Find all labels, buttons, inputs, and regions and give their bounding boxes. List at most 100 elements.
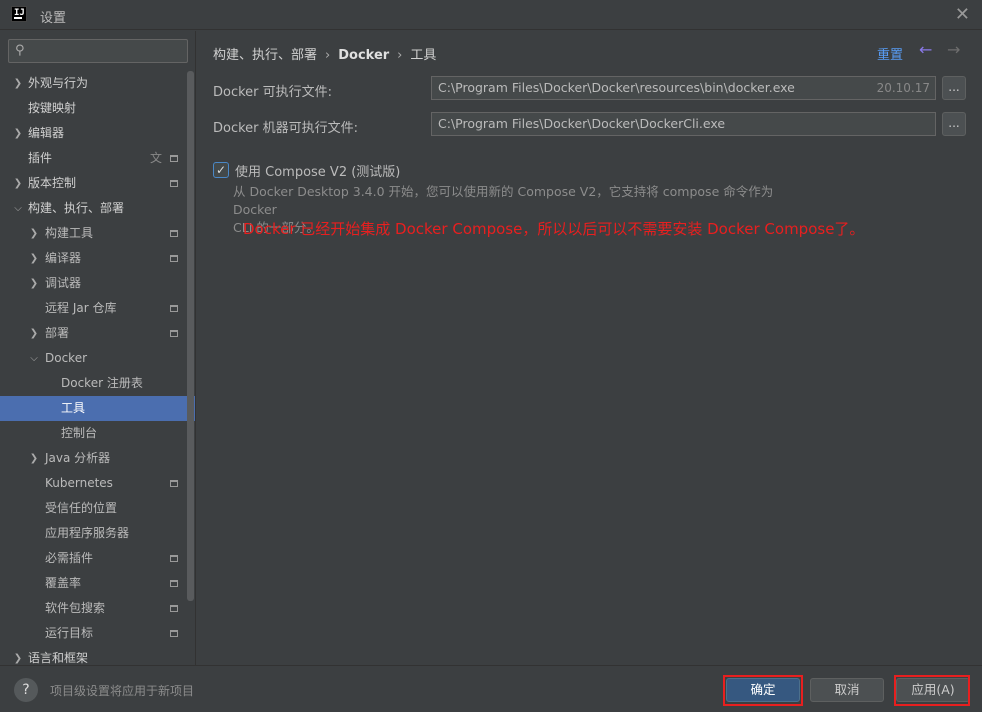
help-icon[interactable]: ?	[14, 678, 38, 702]
sidebar-item-keymap[interactable]: 按键映射	[0, 96, 186, 121]
sidebar-item-build[interactable]: ⌵ 构建、执行、部署	[0, 196, 186, 221]
sidebar-item-plugins[interactable]: 插件 文	[0, 146, 186, 171]
sidebar-item-label: Docker	[45, 351, 88, 365]
app-logo-icon: IJ	[11, 6, 27, 22]
sidebar-item-build-tools[interactable]: ❯ 构建工具	[0, 221, 186, 246]
ok-button[interactable]: 确定	[726, 678, 800, 702]
docker-exe-field[interactable]: C:\Program Files\Docker\Docker\resources…	[431, 76, 936, 100]
sidebar-item-label: Java 分析器	[45, 451, 111, 465]
cancel-button[interactable]: 取消	[810, 678, 884, 702]
sidebar-item-label: 编译器	[45, 251, 82, 265]
docker-exe-browse-button[interactable]: ...	[942, 76, 966, 100]
sidebar-scrollbar[interactable]	[187, 71, 194, 601]
docker-machine-label: Docker 机器可执行文件:	[213, 121, 359, 136]
docker-machine-browse-button[interactable]: ...	[942, 112, 966, 136]
sidebar-item-label: 必需插件	[45, 551, 94, 565]
search-input[interactable]	[35, 42, 185, 60]
dialog-footer: ? 项目级设置将应用于新项目 确定 取消 应用(A)	[0, 665, 982, 712]
sidebar-item-debugger[interactable]: ❯ 调试器	[0, 271, 186, 296]
sidebar-item-label: 外观与行为	[28, 76, 89, 90]
chevron-right-icon: ❯	[29, 228, 39, 239]
docker-exe-label: Docker 可执行文件:	[213, 85, 333, 100]
settings-sidebar: ⚲ ❯ 外观与行为 按键映射 ❯ 编辑器 插件 文 ❯ 版本控制 ⌵ 构建、执行…	[0, 31, 196, 665]
chevron-right-icon: ❯	[13, 653, 23, 664]
project-settings-icon	[170, 230, 178, 237]
translate-icon: 文	[149, 151, 162, 165]
chevron-down-icon: ⌵	[14, 203, 22, 214]
sidebar-item-trusted-locations[interactable]: 受信任的位置	[0, 496, 186, 521]
docker-machine-field[interactable]: C:\Program Files\Docker\Docker\DockerCli…	[431, 112, 936, 136]
sidebar-item-app-servers[interactable]: 应用程序服务器	[0, 521, 186, 546]
sidebar-item-deployment[interactable]: ❯ 部署	[0, 321, 186, 346]
docker-exe-value: C:\Program Files\Docker\Docker\resources…	[438, 80, 795, 95]
sidebar-item-label: 部署	[45, 326, 70, 340]
sidebar-item-label: 按键映射	[28, 101, 77, 115]
sidebar-item-label: 远程 Jar 仓库	[45, 301, 117, 315]
sidebar-item-vcs[interactable]: ❯ 版本控制	[0, 171, 186, 196]
arrow-left-icon[interactable]: ←	[919, 40, 932, 59]
chevron-right-icon: ❯	[13, 178, 23, 189]
chevron-right-icon: ❯	[13, 78, 23, 89]
sidebar-item-required-plugins[interactable]: 必需插件	[0, 546, 186, 571]
window-title: 设置	[40, 11, 67, 26]
chevron-right-icon: ❯	[29, 453, 39, 464]
breadcrumb-part: 构建、执行、部署	[213, 48, 318, 63]
sidebar-item-label: 运行目标	[45, 626, 94, 640]
sidebar-item-java-profiler[interactable]: ❯ Java 分析器	[0, 446, 186, 471]
sidebar-item-label: 构建工具	[45, 226, 94, 240]
title-bar: IJ 设置 ✕	[0, 0, 982, 30]
sidebar-item-kubernetes[interactable]: Kubernetes	[0, 471, 186, 496]
sidebar-item-label: 工具	[61, 401, 86, 415]
close-icon[interactable]: ✕	[955, 4, 970, 25]
sidebar-item-label: 覆盖率	[45, 576, 82, 590]
chevron-right-icon: ›	[397, 48, 403, 63]
sidebar-item-docker-registry[interactable]: Docker 注册表	[0, 371, 186, 396]
sidebar-item-console[interactable]: 控制台	[0, 421, 186, 446]
breadcrumb-part: Docker	[338, 48, 390, 63]
project-settings-icon	[170, 155, 178, 162]
sidebar-item-label: 编辑器	[28, 126, 65, 140]
project-settings-icon	[170, 630, 178, 637]
chevron-right-icon: ❯	[29, 253, 39, 264]
project-settings-icon	[170, 180, 178, 187]
sidebar-item-label: 软件包搜索	[45, 601, 106, 615]
project-settings-icon	[170, 330, 178, 337]
chevron-down-icon: ⌵	[30, 353, 38, 364]
sidebar-item-label: 控制台	[61, 426, 98, 440]
annotation-note: Docker 已经开始集成 Docker Compose，所以以后可以不需要安装…	[243, 220, 865, 238]
sidebar-item-label: 应用程序服务器	[45, 526, 130, 540]
sidebar-item-label: Kubernetes	[45, 476, 113, 490]
compose-v2-checkbox[interactable]: ✓	[213, 162, 229, 178]
project-settings-icon	[170, 580, 178, 587]
arrow-right-icon[interactable]: →	[947, 40, 960, 59]
sidebar-item-tools[interactable]: 工具	[0, 396, 195, 421]
sidebar-item-label: 构建、执行、部署	[28, 201, 125, 215]
project-settings-icon	[170, 480, 178, 487]
settings-tree: ❯ 外观与行为 按键映射 ❯ 编辑器 插件 文 ❯ 版本控制 ⌵ 构建、执行、部…	[0, 71, 195, 665]
sidebar-item-coverage[interactable]: 覆盖率	[0, 571, 186, 596]
search-box[interactable]: ⚲	[8, 39, 188, 63]
reset-link[interactable]: 重置	[877, 44, 903, 63]
sidebar-item-package-search[interactable]: 软件包搜索	[0, 596, 186, 621]
sidebar-item-run-targets[interactable]: 运行目标	[0, 621, 186, 646]
footer-note: 项目级设置将应用于新项目	[50, 684, 195, 698]
sidebar-item-label: 语言和框架	[28, 651, 89, 665]
settings-content: 构建、执行、部署 › Docker › 工具 重置 ← → Docker 可执行文件: …	[197, 31, 982, 665]
project-settings-icon	[170, 605, 178, 612]
sidebar-item-label: 调试器	[45, 276, 82, 290]
sidebar-item-appearance[interactable]: ❯ 外观与行为	[0, 71, 186, 96]
chevron-right-icon: ›	[325, 48, 331, 63]
project-settings-icon	[170, 305, 178, 312]
compose-v2-label[interactable]: 使用 Compose V2 (测试版)	[235, 161, 400, 180]
sidebar-item-languages[interactable]: ❯ 语言和框架	[0, 646, 186, 665]
chevron-right-icon: ❯	[29, 278, 39, 289]
sidebar-item-editor[interactable]: ❯ 编辑器	[0, 121, 186, 146]
sidebar-item-remote-jar[interactable]: 远程 Jar 仓库	[0, 296, 186, 321]
docker-version: 20.10.17	[876, 81, 930, 95]
sidebar-item-label: Docker 注册表	[61, 376, 143, 390]
sidebar-item-docker[interactable]: ⌵ Docker	[0, 346, 186, 371]
breadcrumb-part: 工具	[410, 48, 437, 63]
apply-button[interactable]: 应用(A)	[896, 678, 970, 702]
sidebar-item-compiler[interactable]: ❯ 编译器	[0, 246, 186, 271]
sidebar-item-label: 版本控制	[28, 176, 77, 190]
